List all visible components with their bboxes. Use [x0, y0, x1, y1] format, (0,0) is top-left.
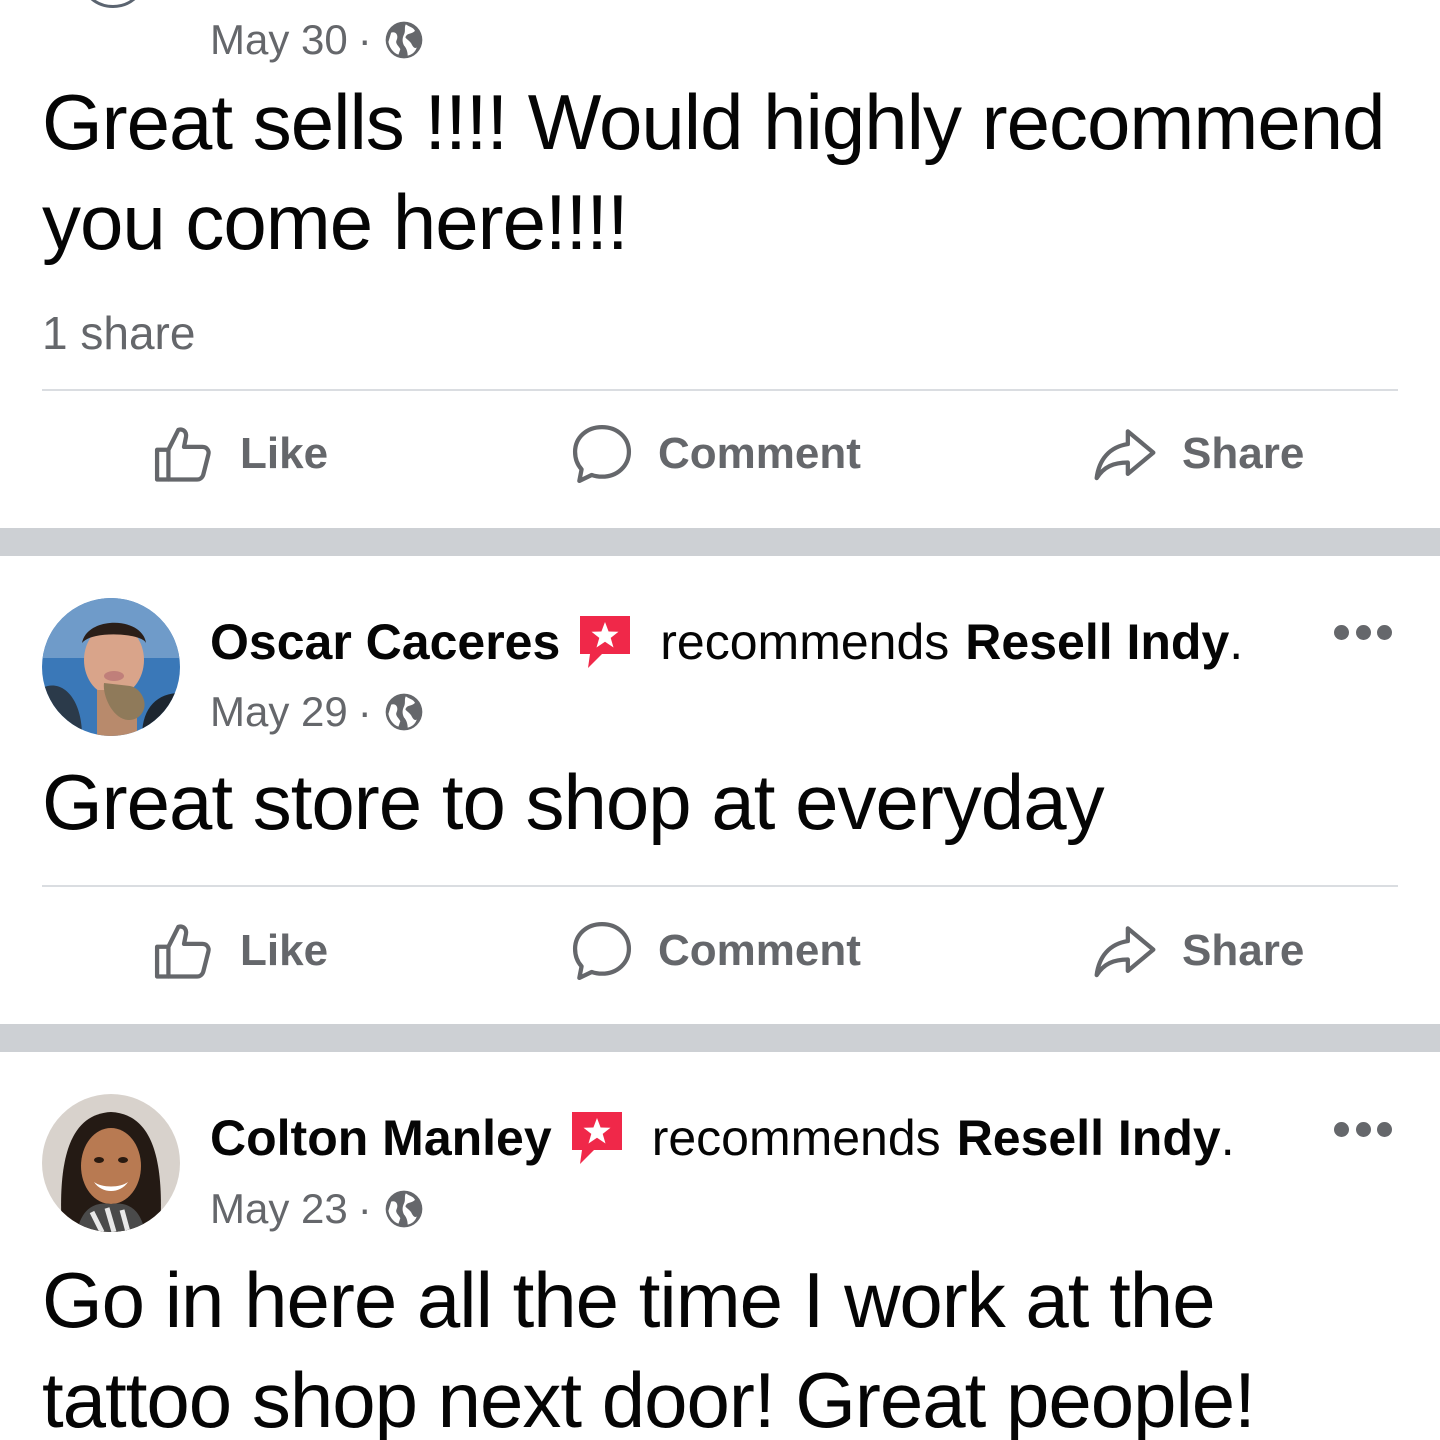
comment-label: Comment	[658, 926, 861, 975]
dot	[1377, 1121, 1392, 1137]
more-options-icon[interactable]	[1334, 1119, 1392, 1139]
post-1-meta: May 30 ·	[210, 16, 426, 64]
like-label: Like	[240, 926, 329, 975]
dot	[1355, 624, 1371, 640]
like-button[interactable]: Like	[150, 917, 328, 985]
comment-button[interactable]: Comment	[568, 917, 861, 985]
comment-button[interactable]: Comment	[568, 420, 861, 488]
avatar-photo	[42, 598, 180, 736]
meta-separator: ·	[357, 16, 372, 63]
divider	[42, 389, 1398, 391]
globe-icon	[385, 21, 423, 59]
recommend-star-icon	[580, 616, 631, 668]
share-label: Share	[1182, 429, 1305, 478]
thumbs-up-icon	[154, 427, 211, 482]
post-header: Colton Manley recommends Resell Indy .	[210, 1108, 1235, 1168]
recommends-text: recommends	[651, 1110, 941, 1166]
post-body: Great sells !!!! Would highly recommend …	[42, 78, 1385, 266]
page-name-period: .	[1229, 614, 1244, 670]
like-label: Like	[240, 429, 329, 478]
post-actions: Like Comment Share	[0, 420, 1440, 500]
recommends-text: recommends	[660, 614, 950, 670]
recommend-star-icon	[571, 1112, 622, 1164]
dot	[1355, 1121, 1371, 1137]
globe-icon	[385, 1190, 423, 1228]
share-label: Share	[1182, 926, 1305, 975]
post-body: Go in here all the time I work at the ta…	[42, 1256, 1256, 1440]
post-date[interactable]: May 29	[210, 688, 348, 736]
author-name[interactable]: Colton Manley	[210, 1109, 552, 1167]
feed-separator	[0, 1024, 1440, 1052]
author-name[interactable]: Oscar Caceres	[210, 613, 560, 671]
post-3-meta: May 23 ·	[210, 1185, 426, 1233]
meta-separator: ·	[357, 688, 372, 735]
avatar[interactable]	[42, 598, 180, 736]
post-2-meta: May 29 ·	[210, 688, 426, 736]
dot	[1377, 624, 1392, 640]
comment-bubble-icon	[572, 921, 632, 981]
dot	[1334, 1121, 1349, 1137]
comment-bubble-icon	[572, 424, 632, 484]
post-header: Oscar Caceres recommends Resell Indy .	[210, 612, 1243, 672]
share-button[interactable]: Share	[1090, 917, 1304, 985]
post-date[interactable]: May 23	[210, 1185, 348, 1233]
globe-icon	[385, 693, 423, 731]
page-name[interactable]: Resell Indy	[965, 613, 1229, 671]
page-name[interactable]: Resell Indy	[957, 1109, 1221, 1167]
page-name-period: .	[1220, 1110, 1235, 1166]
post-date[interactable]: May 30	[210, 16, 348, 64]
facebook-reviews-feed: May 30 · Great sells !!!! Would highly r…	[0, 0, 1440, 1440]
feed-separator	[0, 528, 1440, 556]
share-count[interactable]: 1 share	[42, 306, 195, 360]
avatar-partial[interactable]	[78, 0, 148, 8]
share-arrow-icon	[1094, 926, 1156, 978]
dot	[1334, 624, 1349, 640]
post-actions: Like Comment Share	[0, 917, 1440, 997]
divider	[42, 885, 1398, 887]
more-options-icon[interactable]	[1334, 622, 1392, 642]
avatar[interactable]	[42, 1094, 180, 1232]
share-button[interactable]: Share	[1090, 420, 1304, 488]
share-arrow-icon	[1094, 429, 1156, 481]
comment-label: Comment	[658, 429, 861, 478]
thumbs-up-icon	[154, 924, 211, 979]
meta-separator: ·	[357, 1185, 372, 1232]
avatar-photo	[42, 1094, 180, 1232]
post-body: Great store to shop at everyday	[42, 758, 1105, 846]
like-button[interactable]: Like	[150, 420, 328, 488]
